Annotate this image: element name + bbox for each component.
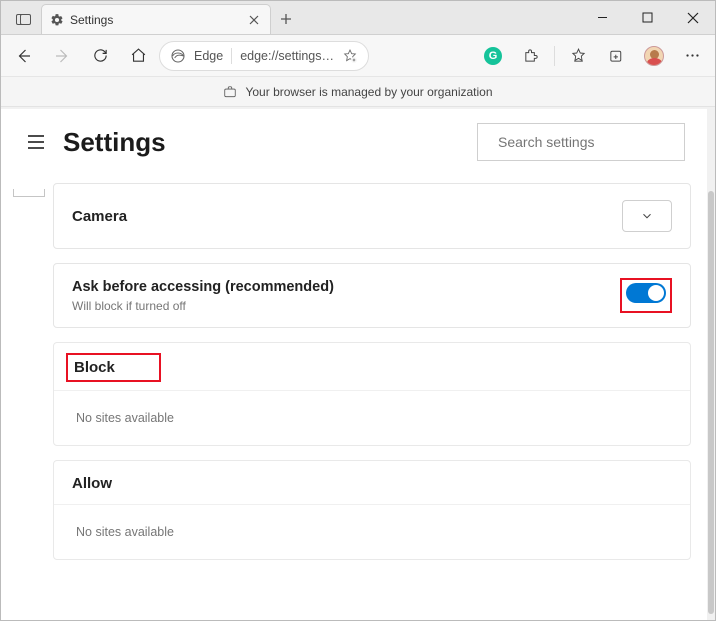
- forward-button[interactable]: [45, 39, 79, 73]
- collections-button[interactable]: [599, 39, 633, 73]
- camera-title: Camera: [72, 208, 622, 225]
- close-window-button[interactable]: [670, 1, 715, 34]
- extension-grammarly[interactable]: G: [476, 39, 510, 73]
- ask-subtitle: Will block if turned off: [72, 299, 620, 313]
- scrollbar[interactable]: [708, 191, 714, 614]
- puzzle-icon: [523, 47, 540, 64]
- back-button[interactable]: [7, 39, 41, 73]
- maximize-button[interactable]: [625, 1, 670, 34]
- avatar-icon: [644, 46, 664, 66]
- close-icon: [687, 12, 699, 24]
- camera-expand-button[interactable]: [622, 200, 672, 232]
- managed-text: Your browser is managed by your organiza…: [245, 85, 492, 99]
- settings-search[interactable]: [477, 123, 685, 161]
- home-button[interactable]: [121, 39, 155, 73]
- block-title-highlight: Block: [66, 353, 161, 382]
- cards-area: Camera Ask before accessing (recommended…: [1, 179, 707, 590]
- home-icon: [130, 47, 147, 64]
- forward-icon: [53, 47, 71, 65]
- back-icon: [15, 47, 33, 65]
- edge-icon: [170, 48, 186, 64]
- refresh-icon: [92, 47, 109, 64]
- search-input[interactable]: [498, 134, 679, 150]
- tab-close-button[interactable]: [246, 12, 262, 28]
- ask-title: Ask before accessing (recommended): [72, 279, 620, 295]
- chevron-down-icon: [640, 209, 654, 223]
- address-url: edge://settings…: [240, 49, 334, 63]
- favorite-button[interactable]: [342, 48, 358, 64]
- page-title: Settings: [63, 127, 477, 158]
- close-icon: [249, 15, 259, 25]
- block-empty-text: No sites available: [54, 391, 690, 445]
- collections-icon: [608, 47, 625, 64]
- more-icon: [684, 47, 701, 64]
- allow-title: Allow: [54, 461, 690, 505]
- settings-menu-button[interactable]: [23, 129, 49, 155]
- ask-toggle[interactable]: [626, 283, 666, 303]
- tab-label: Settings: [70, 13, 240, 27]
- block-title: Block: [74, 359, 115, 376]
- star-list-icon: [570, 47, 587, 64]
- block-section: Block No sites available: [53, 342, 691, 446]
- toggle-highlight: [620, 278, 672, 313]
- address-prefix: Edge: [194, 49, 223, 63]
- hamburger-icon: [27, 135, 45, 149]
- refresh-button[interactable]: [83, 39, 117, 73]
- new-tab-button[interactable]: [271, 4, 301, 34]
- ask-before-accessing-card: Ask before accessing (recommended) Will …: [53, 263, 691, 328]
- tab-actions-button[interactable]: [7, 6, 41, 34]
- window-controls: [580, 1, 715, 34]
- address-bar[interactable]: Edge edge://settings…: [159, 41, 369, 71]
- tab-actions-icon: [16, 14, 32, 26]
- settings-content: Settings Camera Ask before accessing (re…: [1, 109, 707, 620]
- plus-icon: [280, 13, 292, 25]
- toolbar: Edge edge://settings… G: [1, 35, 715, 77]
- menu-button[interactable]: [675, 39, 709, 73]
- star-plus-icon: [342, 48, 358, 64]
- address-divider: [231, 48, 232, 64]
- briefcase-icon: [223, 85, 237, 99]
- grammarly-icon: G: [484, 47, 502, 65]
- allow-empty-text: No sites available: [54, 505, 690, 559]
- managed-banner: Your browser is managed by your organiza…: [1, 77, 715, 107]
- maximize-icon: [642, 12, 653, 23]
- allow-section: Allow No sites available: [53, 460, 691, 560]
- title-bar: Settings: [1, 1, 715, 35]
- minimize-icon: [597, 12, 608, 23]
- extensions-button[interactable]: [514, 39, 548, 73]
- cutoff-remnant: [13, 189, 45, 197]
- minimize-button[interactable]: [580, 1, 625, 34]
- profile-button[interactable]: [637, 39, 671, 73]
- camera-card: Camera: [53, 183, 691, 249]
- gear-icon: [50, 13, 64, 27]
- toggle-knob: [648, 285, 664, 301]
- separator: [554, 46, 555, 66]
- browser-tab[interactable]: Settings: [41, 4, 271, 34]
- favorites-button[interactable]: [561, 39, 595, 73]
- settings-header: Settings: [1, 109, 707, 179]
- tabs-area: Settings: [1, 1, 580, 34]
